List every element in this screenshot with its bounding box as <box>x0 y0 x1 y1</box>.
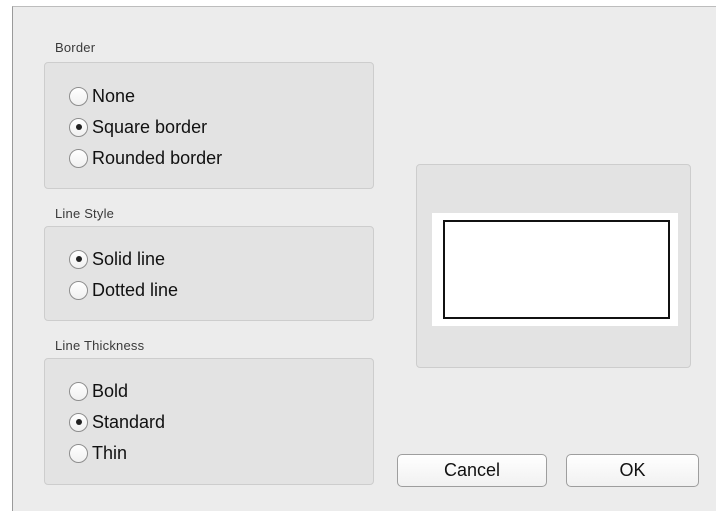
radio-button-icon[interactable] <box>69 443 88 463</box>
line-thickness-group: Bold Standard Thin <box>44 358 374 485</box>
radio-thickness-thin[interactable]: Thin <box>69 440 127 466</box>
border-group-title: Border <box>55 40 96 55</box>
border-preview-panel <box>416 164 691 368</box>
radio-border-rounded[interactable]: Rounded border <box>69 145 222 171</box>
radio-button-icon[interactable] <box>69 117 88 137</box>
radio-label: Rounded border <box>92 148 223 168</box>
preview-canvas <box>432 213 678 326</box>
preview-bordered-box <box>443 220 670 319</box>
radio-selected-dot <box>75 419 82 425</box>
radio-button-icon[interactable] <box>69 148 88 168</box>
radio-line-dotted[interactable]: Dotted line <box>69 277 178 303</box>
ok-button[interactable]: OK <box>566 454 699 487</box>
radio-selected-dot <box>75 124 82 130</box>
radio-button-icon[interactable] <box>69 280 88 300</box>
radio-label: None <box>92 86 136 106</box>
line-style-group-title: Line Style <box>55 206 115 221</box>
radio-border-square[interactable]: Square border <box>69 114 207 140</box>
radio-label: Bold <box>92 381 129 401</box>
radio-line-solid[interactable]: Solid line <box>69 246 165 272</box>
radio-label: Solid line <box>92 249 166 269</box>
line-style-group: Solid line Dotted line <box>44 226 374 321</box>
cancel-button[interactable]: Cancel <box>397 454 547 487</box>
radio-thickness-standard[interactable]: Standard <box>69 409 165 435</box>
radio-label: Thin <box>92 443 128 463</box>
radio-border-none[interactable]: None <box>69 83 135 109</box>
radio-button-icon[interactable] <box>69 412 88 432</box>
radio-label: Dotted line <box>92 280 179 300</box>
border-settings-dialog: Border None Square border Rounded border… <box>12 6 716 511</box>
radio-button-icon[interactable] <box>69 381 88 401</box>
radio-button-icon[interactable] <box>69 249 88 269</box>
radio-label: Standard <box>92 412 166 432</box>
radio-thickness-bold[interactable]: Bold <box>69 378 128 404</box>
radio-button-icon[interactable] <box>69 86 88 106</box>
line-thickness-group-title: Line Thickness <box>55 338 145 353</box>
radio-selected-dot <box>75 256 82 262</box>
radio-label: Square border <box>92 117 208 137</box>
border-group: None Square border Rounded border <box>44 62 374 189</box>
